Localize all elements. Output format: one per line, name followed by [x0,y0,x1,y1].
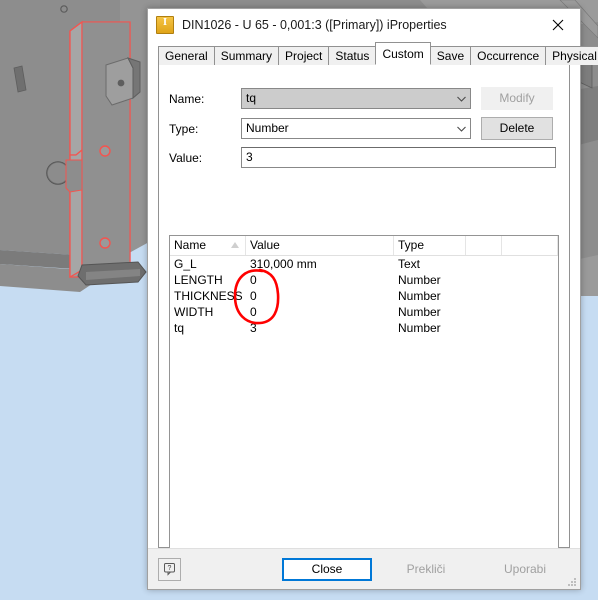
name-combobox-value: tq [246,91,257,105]
cell-value: 0 [250,273,257,287]
iproperties-icon [156,16,174,34]
table-row[interactable]: WIDTH 0 Number [170,304,558,320]
name-combobox[interactable]: tq [241,88,471,109]
type-field-row: Type: Number Delete [169,117,553,140]
cell-value: 0 [250,305,257,319]
value-field-row: Value: 3 [169,147,556,168]
tab-save[interactable]: Save [429,46,472,65]
name-label: Name: [169,91,205,106]
cell-type: Text [398,257,421,271]
help-icon[interactable]: ? [158,557,181,581]
tab-project[interactable]: Project [278,46,330,65]
dialog-title: DIN1026 - U 65 - 0,001:3 ([Primary]) iPr… [182,18,447,32]
svg-text:?: ? [167,565,171,572]
sort-ascending-icon [231,242,239,248]
chevron-down-icon [453,89,470,108]
cancel-button[interactable]: Prekliči [381,557,471,581]
cell-type: Number [398,289,441,303]
column-header-extra-1[interactable] [466,236,502,255]
custom-properties-list[interactable]: Name Value Type G_L 310,000 mm Text LENG… [169,235,559,588]
cell-type: Number [398,305,441,319]
cell-value: 0 [250,289,257,303]
cell-type: Number [398,273,441,287]
type-combobox-value: Number [246,121,289,135]
column-header-name[interactable]: Name [170,236,246,255]
apply-button[interactable]: Uporabi [480,557,570,581]
tab-custom[interactable]: Custom [375,42,431,65]
table-row[interactable]: THICKNESS 0 Number [170,288,558,304]
cell-name: THICKNESS [174,289,243,303]
cell-name: LENGTH [174,273,223,287]
column-header-value[interactable]: Value [246,236,394,255]
tab-summary[interactable]: Summary [213,46,280,65]
dialog-footer: ? Close Prekliči Uporabi [148,548,580,589]
tab-strip: General Summary Project Status Custom Sa… [158,41,598,65]
cell-type: Number [398,321,441,335]
close-icon[interactable] [536,10,580,41]
type-label: Type: [169,121,199,136]
close-button[interactable]: Close [282,557,372,581]
chevron-down-icon [453,119,470,138]
dialog-titlebar[interactable]: DIN1026 - U 65 - 0,001:3 ([Primary]) iPr… [148,9,580,41]
type-combobox[interactable]: Number [241,118,471,139]
column-header-type[interactable]: Type [394,236,466,255]
column-header-extra-2[interactable] [502,236,558,255]
table-row[interactable]: LENGTH 0 Number [170,272,558,288]
cell-name: tq [174,321,185,335]
table-row[interactable]: G_L 310,000 mm Text [170,256,558,272]
custom-tab-panel: Name: tq Modify Type: Number Delete Valu… [158,65,570,588]
tab-status[interactable]: Status [328,46,377,65]
iproperties-dialog: DIN1026 - U 65 - 0,001:3 ([Primary]) iPr… [147,8,598,590]
value-input[interactable]: 3 [241,147,556,168]
list-header-row: Name Value Type [170,236,558,256]
delete-button[interactable]: Delete [481,117,553,140]
table-row[interactable]: tq 3 Number [170,320,558,336]
value-input-text: 3 [246,150,253,164]
tab-occurrence[interactable]: Occurrence [470,46,547,65]
column-header-name-label: Name [174,238,207,252]
cell-value: 3 [250,321,257,335]
cell-name: WIDTH [174,305,214,319]
cell-name: G_L [174,257,197,271]
name-field-row: Name: tq Modify [169,87,553,110]
tab-physical[interactable]: Physical [545,46,598,65]
tab-general[interactable]: General [158,46,215,65]
modify-button[interactable]: Modify [481,87,553,110]
resize-grip[interactable] [567,576,577,586]
value-label: Value: [169,150,203,165]
cell-value: 310,000 mm [250,257,317,271]
